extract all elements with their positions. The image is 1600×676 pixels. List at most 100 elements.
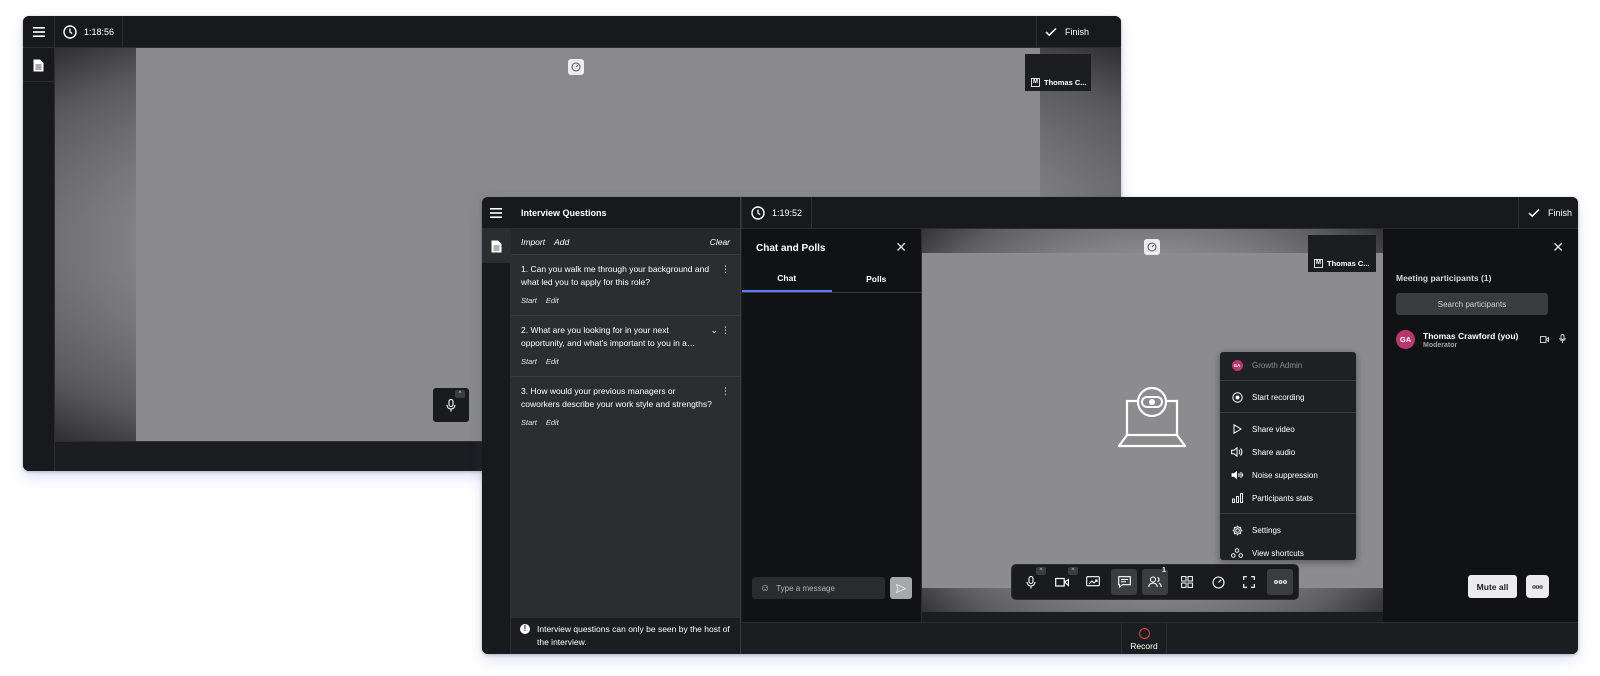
moderator-badge: M <box>1031 78 1040 87</box>
tab-chat[interactable]: Chat <box>742 265 832 292</box>
clear-button[interactable]: Clear <box>710 237 730 247</box>
emoji-icon[interactable]: ☺ <box>760 583 770 594</box>
question-start-button[interactable]: Start <box>521 296 537 305</box>
chat-tabs: Chat Polls <box>742 265 921 293</box>
menu-item-label: Share audio <box>1252 447 1296 457</box>
share-screen-button[interactable] <box>1080 569 1106 595</box>
microphone-icon <box>446 398 456 411</box>
participant-role: Moderator <box>1423 342 1458 349</box>
question-edit-button[interactable]: Edit <box>546 418 559 427</box>
send-icon <box>896 583 906 593</box>
document-icon <box>33 59 44 71</box>
back-finish-label: Finish <box>1065 26 1090 37</box>
front-speed-indicator[interactable] <box>1144 239 1160 255</box>
camera-options-caret[interactable]: ^ <box>1068 567 1078 575</box>
record-button[interactable]: Record <box>1121 623 1167 654</box>
chat-message-input[interactable]: ☺ Type a message <box>752 577 885 599</box>
question-item[interactable]: 2. What are you looking for in your next… <box>511 316 740 377</box>
menu-item-label: Noise suppression <box>1252 470 1318 480</box>
front-participant-thumbnail[interactable]: M Thomas C... <box>1308 235 1376 272</box>
mute-all-button[interactable]: Mute all <box>1468 575 1517 598</box>
front-bottom-bar: Record <box>742 622 1578 654</box>
microphone-icon <box>1026 575 1036 588</box>
back-mic-options-caret[interactable]: ^ <box>455 390 465 398</box>
fullscreen-button[interactable] <box>1236 569 1262 595</box>
send-button[interactable] <box>890 577 912 599</box>
question-edit-button[interactable]: Edit <box>546 296 559 305</box>
front-finish-button[interactable]: Finish <box>1528 197 1572 228</box>
menu-item-label: Start recording <box>1252 392 1305 402</box>
menu-item-label: Settings <box>1252 525 1281 535</box>
bar-chart-icon <box>1231 493 1243 503</box>
participants-panel: ✕ Meeting participants (1) Search partic… <box>1383 229 1578 622</box>
chat-panel-title: Chat and Polls <box>756 243 826 254</box>
question-text: 1. Can you walk me through your backgrou… <box>521 264 710 287</box>
check-icon <box>1045 27 1057 36</box>
question-item[interactable]: 3. How would your previous managers or c… <box>511 377 740 437</box>
search-participants-input[interactable]: Search participants <box>1396 293 1548 315</box>
gear-icon <box>1232 525 1242 535</box>
front-document-button[interactable] <box>482 229 510 263</box>
chat-bubble-icon <box>1117 576 1131 588</box>
microphone-icon <box>1559 334 1566 343</box>
hamburger-icon <box>490 207 502 218</box>
back-participant-thumbnail[interactable]: M Thomas C... <box>1025 54 1091 91</box>
question-edit-button[interactable]: Edit <box>546 357 559 366</box>
front-thumbnail-name: Thomas C... <box>1327 259 1370 268</box>
add-button[interactable]: Add <box>554 237 569 247</box>
menu-item-label: Participants stats <box>1252 493 1313 503</box>
more-actions-menu: GA Growth Admin Start recording Share vi… <box>1220 352 1356 560</box>
drag-handle-icon[interactable]: ⋮ <box>721 324 730 337</box>
tile-view-button[interactable] <box>1174 569 1200 595</box>
chat-button[interactable] <box>1111 569 1137 595</box>
more-options-button[interactable] <box>1526 575 1549 598</box>
participants-count-badge: 1 <box>1162 567 1166 574</box>
question-start-button[interactable]: Start <box>521 418 537 427</box>
participants-button[interactable]: 1 <box>1142 567 1168 595</box>
import-button[interactable]: Import <box>521 237 545 247</box>
avatar: GA <box>1231 359 1243 371</box>
front-left-rail <box>482 229 511 654</box>
menu-item-share-audio[interactable]: Share audio <box>1230 445 1295 459</box>
camera-icon <box>1055 577 1069 587</box>
play-icon <box>1233 424 1242 434</box>
question-text: 3. How would your previous managers or c… <box>521 386 712 409</box>
back-top-bar: 1:18:56 Finish <box>23 16 1121 48</box>
gauge-icon <box>571 62 581 72</box>
record-icon <box>1138 627 1150 639</box>
gauge-icon <box>1147 242 1157 252</box>
question-item[interactable]: 1. Can you walk me through your backgrou… <box>511 255 740 316</box>
menu-item-start-recording[interactable]: Start recording <box>1230 390 1304 404</box>
drag-handle-icon[interactable]: ⋮ <box>721 385 730 398</box>
drag-handle-icon[interactable]: ⋮ <box>721 263 730 276</box>
back-timer: 1:18:56 <box>63 16 114 47</box>
close-icon[interactable]: ✕ <box>895 239 907 256</box>
menu-item-settings[interactable]: Settings <box>1230 523 1281 537</box>
gauge-icon <box>1211 575 1225 589</box>
speaker-icon <box>1231 447 1243 457</box>
menu-item-view-shortcuts[interactable]: View shortcuts <box>1230 546 1304 560</box>
close-icon[interactable]: ✕ <box>1552 239 1564 256</box>
interview-questions-panel: Interview Questions Import Add Clear 1. … <box>511 197 741 654</box>
clock-icon <box>751 205 765 220</box>
menu-item-participants-stats[interactable]: Participants stats <box>1230 491 1313 505</box>
participant-row[interactable]: GA Thomas Crawford (you) Moderator <box>1396 330 1578 358</box>
chat-polls-panel: Chat and Polls ✕ Chat Polls ☺ Type a mes… <box>742 229 922 622</box>
back-document-button[interactable] <box>23 54 54 76</box>
menu-item-noise-suppression[interactable]: Noise suppression <box>1230 468 1318 482</box>
camera-off-laptop-icon <box>1118 386 1186 448</box>
back-finish-button[interactable]: Finish <box>1045 16 1089 47</box>
noise-suppression-icon <box>1231 470 1243 480</box>
performance-button[interactable] <box>1205 569 1231 595</box>
more-actions-button[interactable] <box>1267 569 1293 595</box>
question-start-button[interactable]: Start <box>521 357 537 366</box>
front-hamburger-menu-button[interactable] <box>482 197 510 228</box>
back-speed-indicator[interactable] <box>568 59 584 75</box>
back-hamburger-menu-button[interactable] <box>23 16 54 47</box>
tab-polls[interactable]: Polls <box>832 265 922 292</box>
chevron-down-icon[interactable]: ⌄ <box>710 324 718 337</box>
mic-options-caret[interactable]: ^ <box>1036 567 1046 575</box>
search-placeholder: Search participants <box>1437 299 1507 309</box>
menu-item-share-video[interactable]: Share video <box>1230 422 1295 436</box>
grid-icon <box>1181 576 1193 588</box>
